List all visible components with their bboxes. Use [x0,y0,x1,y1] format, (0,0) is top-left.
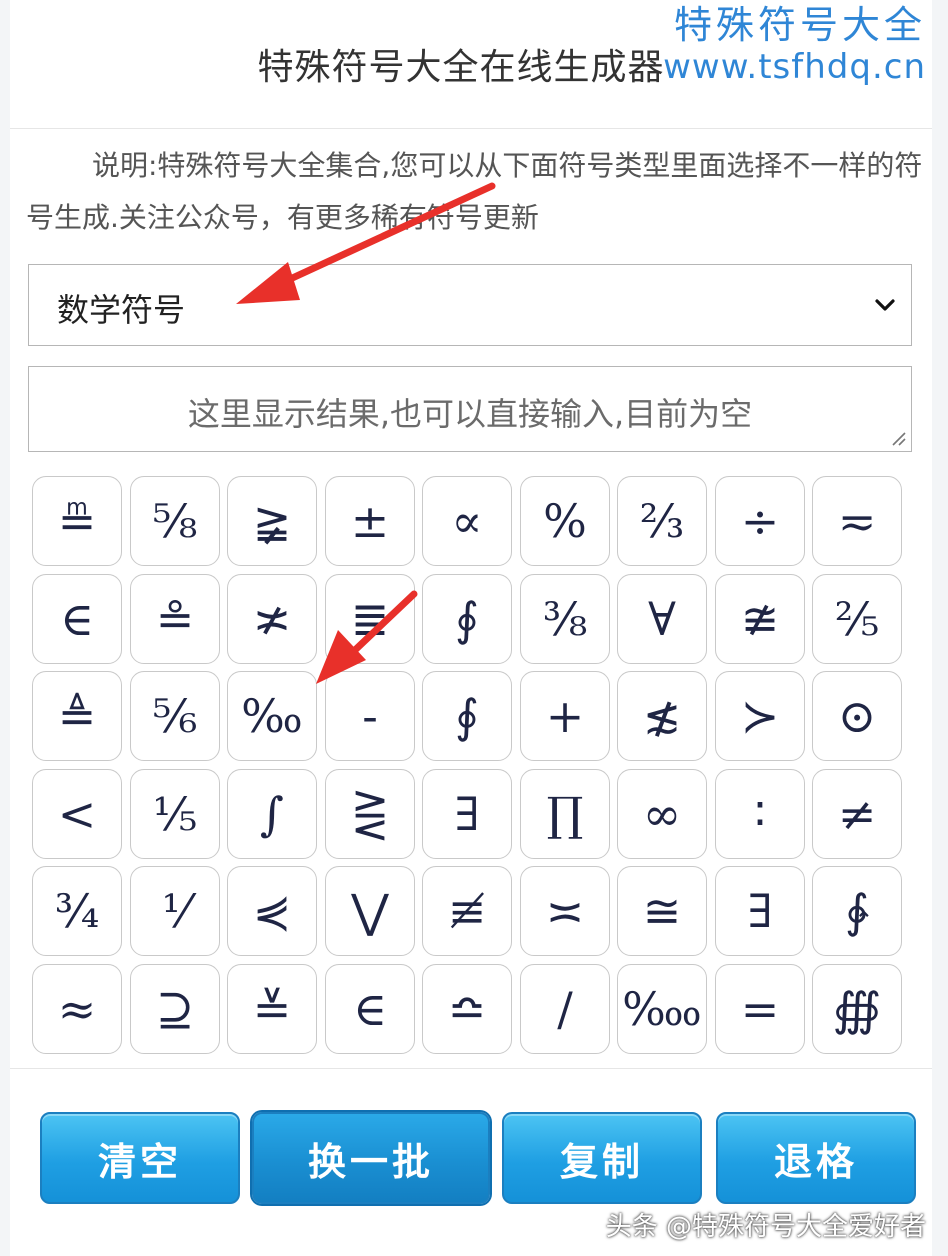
description-text: 说明:特殊符号大全集合,您可以从下面符号类型里面选择不一样的符号生成.关注公众号… [26,149,923,234]
symbol-button[interactable]: ∳ [812,866,902,956]
symbol-button[interactable]: ⊙ [812,671,902,761]
symbol-button[interactable]: ± [325,476,415,566]
result-textarea[interactable]: 这里显示结果,也可以直接输入,目前为空 [28,366,912,452]
symbol-button[interactable]: ⅖ [812,574,902,664]
symbol-button[interactable]: ∰ [812,964,902,1054]
symbol-button[interactable]: ⅔ [617,476,707,566]
watermark-url: www.tsfhdq.cn [663,46,926,87]
divider [10,128,932,129]
symbol-button[interactable]: ⊇ [130,964,220,1054]
symbol-button[interactable]: ⋛ [325,769,415,859]
symbol-button[interactable]: ÷ [715,476,805,566]
symbol-button[interactable]: ≍ [520,866,610,956]
symbol-button[interactable]: ≜ [32,671,122,761]
symbol-button[interactable]: ‰ [227,671,317,761]
symbol-button[interactable]: ⅕ [130,769,220,859]
symbol-button[interactable]: ∈ [32,574,122,664]
symbol-button[interactable]: - [325,671,415,761]
symbol-button[interactable]: + [520,671,610,761]
watermark: 特殊符号大全 www.tsfhdq.cn [663,3,926,87]
symbol-button[interactable]: ≞ [32,476,122,566]
symbol-button[interactable]: ⅚ [130,671,220,761]
symbol-button[interactable]: ≏ [422,964,512,1054]
symbol-button[interactable]: ∃ [422,769,512,859]
symbol-button[interactable]: ∕ [520,964,610,1054]
backspace-button[interactable]: 退格 [716,1112,916,1204]
symbol-button[interactable]: ⅝ [130,476,220,566]
symbol-category-select[interactable]: 数学符号 [28,264,912,346]
symbol-button[interactable]: ≈ [32,964,122,1054]
result-placeholder: 这里显示结果,也可以直接输入,目前为空 [187,395,753,433]
symbol-button[interactable]: ≻ [715,671,805,761]
symbol-button[interactable]: < [32,769,122,859]
selected-category: 数学符号 [57,291,186,329]
symbol-button[interactable]: ≇ [715,574,805,664]
symbol-button[interactable]: ∀ [617,574,707,664]
copy-button[interactable]: 复制 [502,1112,702,1204]
symbol-button[interactable]: % [520,476,610,566]
symbol-button[interactable]: ∮ [422,671,512,761]
symbol-button[interactable]: ≠ [812,769,902,859]
symbol-button[interactable]: ¾ [32,866,122,956]
symbol-button[interactable]: ∃ [715,866,805,956]
symbol-button[interactable]: ≅ [617,866,707,956]
symbol-button[interactable]: ∫ [227,769,317,859]
symbol-button[interactable]: ∝ [422,476,512,566]
symbol-button[interactable]: ≚ [227,964,317,1054]
symbol-button[interactable]: ⅟ [130,866,220,956]
symbol-button[interactable]: ≩ [227,476,317,566]
resize-grip-icon[interactable] [887,427,907,447]
divider [10,1068,932,1069]
symbol-button[interactable]: ≂ [812,476,902,566]
watermark-name: 特殊符号大全 [673,3,926,47]
symbol-button[interactable]: ≢ [422,866,512,956]
symbol-button[interactable]: ⅜ [520,574,610,664]
symbol-button[interactable]: ∮ [422,574,512,664]
symbol-button[interactable]: ∞ [617,769,707,859]
clear-button[interactable]: 清空 [40,1112,240,1204]
symbol-button[interactable]: ∈ [325,964,415,1054]
symbol-button[interactable]: ≭ [227,574,317,664]
symbol-button[interactable]: ≗ [130,574,220,664]
chevron-down-icon [875,299,895,311]
symbol-button[interactable]: ≴ [617,671,707,761]
refresh-batch-button[interactable]: 换一批 [252,1112,490,1204]
footer-watermark: 头条 @特殊符号大全爱好者 [605,1212,926,1242]
symbol-button[interactable]: ⋞ [227,866,317,956]
symbol-button[interactable]: ≣ [325,574,415,664]
symbol-button[interactable]: ‱ [617,964,707,1054]
symbol-button[interactable]: ⋁ [325,866,415,956]
symbol-button[interactable]: = [715,964,805,1054]
symbol-button[interactable]: ∏ [520,769,610,859]
symbol-button[interactable]: ∶ [715,769,805,859]
